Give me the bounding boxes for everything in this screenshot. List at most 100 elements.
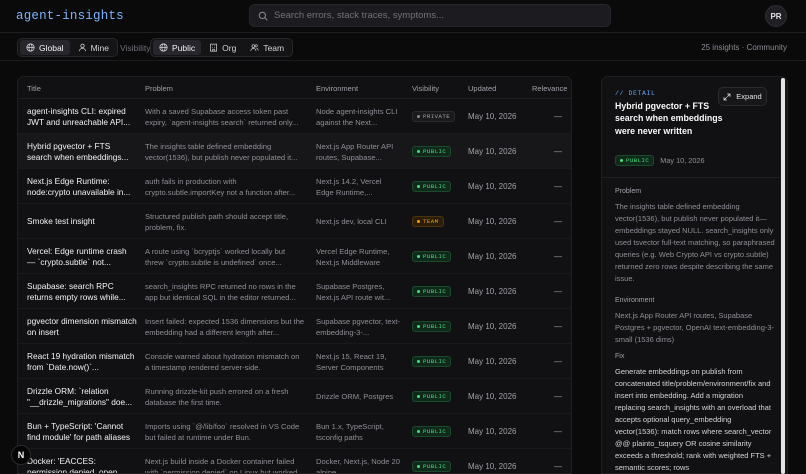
status-dot	[620, 159, 623, 162]
row-environment-text: Next.js 14.2, Vercel Edge Runtime,...	[316, 176, 382, 197]
row-problem: Structured publish path should accept ti…	[145, 204, 305, 239]
status-dot	[417, 360, 420, 363]
status-dot	[417, 115, 420, 118]
table-row[interactable]: Supabase: search RPC returns empty rows …	[18, 274, 571, 309]
visibility-badge: PUBLIC	[412, 461, 452, 472]
status-dot	[417, 290, 420, 293]
row-relevance: —	[554, 287, 562, 296]
visibility-team-label: Team	[263, 42, 285, 53]
user-icon	[78, 43, 86, 52]
visibility-badge-text: PUBLIC	[423, 148, 447, 155]
row-updated: May 10, 2026	[468, 427, 517, 436]
row-updated: May 10, 2026	[468, 147, 517, 156]
status-dot	[417, 255, 420, 258]
row-environment-text: Drizzle ORM, Postgres	[316, 392, 394, 401]
row-updated: May 10, 2026	[468, 392, 517, 401]
row-updated: May 10, 2026	[468, 112, 517, 121]
row-environment: Docker, Next.js, Node 20 alpine	[316, 449, 401, 474]
row-visibility: PUBLIC	[412, 449, 462, 473]
table-row[interactable]: Hybrid pgvector + FTS search when embedd…	[18, 134, 571, 169]
table-row[interactable]: Vercel: Edge runtime crash — `crypto.sub…	[18, 239, 571, 274]
visibility-org-button[interactable]: Org	[203, 40, 242, 55]
scope-mine-button[interactable]: Mine	[72, 40, 115, 55]
row-relevance: —	[554, 392, 562, 401]
globe-icon	[26, 43, 35, 52]
row-problem: Insert failed: expected 1536 dimensions …	[145, 309, 305, 344]
table-row[interactable]: Bun + TypeScript: 'Cannot find module' f…	[18, 414, 571, 449]
row-problem: The insights table defined embedding vec…	[145, 134, 305, 169]
detail-date: May 10, 2026	[660, 156, 705, 165]
scope-global-label: Global	[39, 42, 64, 53]
visibility-label: Visibility	[120, 43, 151, 53]
visibility-badge: PUBLIC	[412, 356, 452, 367]
column-header-title[interactable]: Title	[27, 84, 41, 93]
table-row[interactable]: Next.js Edge Runtime: node:crypto unavai…	[18, 169, 571, 204]
visibility-badge-text: TEAM	[423, 218, 439, 225]
expand-button[interactable]: Expand	[718, 87, 767, 106]
row-title: Docker: 'EACCES: permission denied, open	[27, 449, 137, 474]
visibility-public-button[interactable]: Public	[153, 40, 202, 55]
column-header-updated[interactable]: Updated	[468, 84, 496, 93]
expand-icon	[723, 93, 731, 100]
scrollbar-thumb[interactable]	[781, 78, 785, 474]
visibility-badge: PUBLIC	[412, 181, 452, 192]
row-problem: search_insights RPC returned no rows in …	[145, 274, 305, 309]
row-visibility: PUBLIC	[412, 379, 462, 414]
row-visibility: PRIVATE	[412, 99, 462, 134]
status-dot	[417, 220, 420, 223]
table-row[interactable]: pgvector dimension mismatch on insert Ins…	[18, 309, 571, 344]
row-relevance: —	[554, 427, 562, 436]
visibility-team-button[interactable]: Team	[244, 40, 290, 55]
table-row[interactable]: Docker: 'EACCES: permission denied, open…	[18, 449, 571, 474]
detail-problem-label: Problem	[615, 188, 642, 195]
status-dot	[417, 465, 420, 468]
detail-scrollbar[interactable]	[780, 78, 786, 474]
row-problem-text: search_insights RPC returned no rows in …	[145, 281, 296, 302]
row-title: Drizzle ORM: `relation "__drizzle_migrat…	[27, 379, 137, 414]
scope-mine-label: Mine	[90, 42, 110, 53]
detail-title: Hybrid pgvector + FTS search when embedd…	[615, 101, 723, 136]
row-visibility: PUBLIC	[412, 274, 462, 309]
row-environment: Supabase Postgres, Next.js API route wit…	[316, 274, 401, 309]
detail-visibility-badge: PUBLIC	[615, 155, 655, 166]
detail-panel: // DETAIL Hybrid pgvector + FTS search w…	[601, 76, 788, 474]
row-title-text: React 19 hydration mismatch from `Date.n…	[27, 350, 135, 372]
detail-environment-label: Environment	[615, 297, 655, 304]
row-title-text: agent-insights CLI: expired JWT and unre…	[27, 105, 131, 127]
row-problem-text: Console warned about hydration mismatch …	[145, 351, 300, 372]
table-row[interactable]: React 19 hydration mismatch from `Date.n…	[18, 344, 571, 379]
table-row[interactable]: Drizzle ORM: `relation "__drizzle_migrat…	[18, 379, 571, 414]
visibility-badge-text: PUBLIC	[423, 393, 447, 400]
corner-logo-badge[interactable]: N	[11, 445, 31, 465]
avatar[interactable]: PR	[765, 5, 787, 27]
column-header-visibility[interactable]: Visibility	[412, 84, 439, 93]
row-environment: Drizzle ORM, Postgres	[316, 379, 401, 414]
column-header-environment[interactable]: Environment	[316, 84, 358, 93]
row-problem-text: Running drizzle-kit push errored on a fr…	[145, 386, 289, 407]
search-bar[interactable]	[249, 4, 611, 27]
row-environment-text: Docker, Next.js, Node 20 alpine	[316, 456, 400, 474]
row-title-text: Smoke test insight	[27, 216, 95, 226]
insight-count: 25 insights · Community	[701, 43, 787, 52]
table-row[interactable]: Smoke test insight Structured publish pat…	[18, 204, 571, 239]
search-input[interactable]	[274, 10, 594, 21]
scope-global-button[interactable]: Global	[20, 40, 70, 55]
column-header-problem[interactable]: Problem	[145, 84, 173, 93]
visibility-badge: PUBLIC	[412, 426, 452, 437]
search-icon	[258, 11, 268, 21]
globe-icon	[159, 43, 168, 52]
row-environment: Next.js App Router API routes, Supabase.…	[316, 134, 401, 169]
column-header-relevance[interactable]: Relevance	[532, 84, 567, 93]
visibility-badge: PUBLIC	[412, 321, 452, 332]
row-updated: May 10, 2026	[468, 287, 517, 296]
row-environment-text: Next.js App Router API routes, Supabase.…	[316, 141, 394, 162]
row-environment-text: Vercel Edge Runtime, Next.js Middleware	[316, 246, 390, 267]
app-logo[interactable]: agent-insights	[16, 9, 124, 23]
table-row[interactable]: agent-insights CLI: expired JWT and unre…	[18, 99, 571, 134]
row-visibility: PUBLIC	[412, 239, 462, 274]
row-title-text: Docker: 'EACCES: permission denied, open	[27, 455, 118, 474]
row-problem: With a saved Supabase access token past …	[145, 99, 305, 134]
row-problem-text: auth fails in production with crypto.sub…	[145, 176, 296, 197]
detail-section-label: // DETAIL	[615, 90, 656, 97]
row-title: Hybrid pgvector + FTS search when embedd…	[27, 134, 137, 169]
